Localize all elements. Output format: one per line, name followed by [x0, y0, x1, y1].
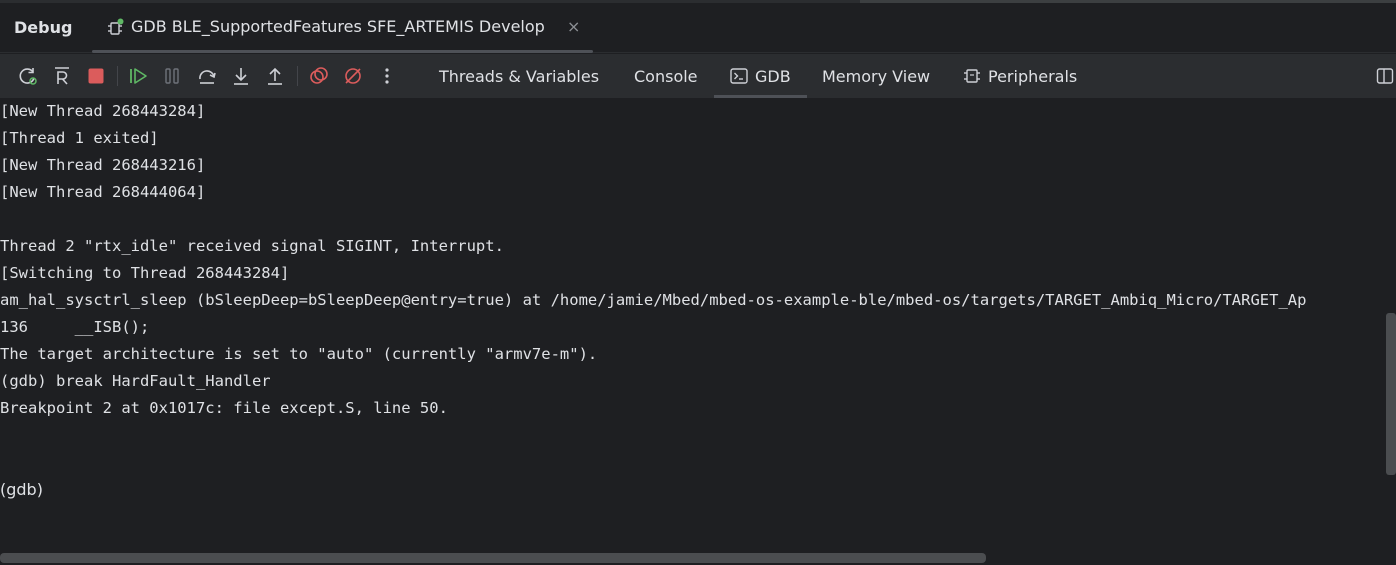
gdb-prompt[interactable]: (gdb)	[0, 476, 43, 503]
mute-breakpoints-icon[interactable]	[343, 66, 363, 86]
tab-label: Console	[634, 66, 698, 86]
debug-session-icon	[108, 18, 124, 36]
console-line: [Switching to Thread 268443284]	[0, 264, 290, 282]
pause-icon[interactable]	[162, 66, 182, 86]
tab-label: GDB	[755, 66, 791, 86]
debug-session-label: GDB BLE_SupportedFeatures SFE_ARTEMIS De…	[131, 17, 545, 36]
tab-label: Peripherals	[988, 66, 1078, 86]
tab-threads-variables[interactable]: Threads & Variables	[439, 54, 599, 98]
console-line: am_hal_sysctrl_sleep (bSleepDeep=bSleepD…	[0, 291, 1307, 309]
layout-icon[interactable]	[1376, 67, 1394, 85]
console-line: 136 __ISB();	[0, 318, 150, 336]
terminal-icon	[730, 68, 748, 84]
debug-session-tab[interactable]: GDB BLE_SupportedFeatures SFE_ARTEMIS De…	[92, 3, 593, 53]
console-line: [New Thread 268443216]	[0, 156, 206, 174]
console-line: Thread 2 "rtx_idle" received signal SIGI…	[0, 237, 504, 255]
toolbar-separator	[117, 66, 118, 86]
gdb-console-output[interactable]: [New Thread 268443284] [Thread 1 exited]…	[0, 98, 1396, 551]
console-line: Breakpoint 2 at 0x1017c: file except.S, …	[0, 399, 448, 417]
rerun-icon[interactable]	[18, 66, 38, 86]
debug-tool-window-header: Debug GDB BLE_SupportedFeatures SFE_ARTE…	[0, 3, 1396, 53]
step-out-icon[interactable]	[265, 66, 285, 86]
tab-gdb[interactable]: GDB	[714, 54, 807, 98]
tool-window-title: Debug	[14, 18, 73, 37]
close-icon[interactable]: ×	[567, 17, 580, 36]
tab-console[interactable]: Console	[634, 54, 698, 98]
restart-icon[interactable]	[52, 66, 72, 86]
tab-memory-view[interactable]: Memory View	[822, 54, 930, 98]
console-line: [New Thread 268443284]	[0, 102, 206, 120]
tab-label: Memory View	[822, 66, 931, 86]
tab-label: Threads & Variables	[439, 66, 600, 86]
vertical-scrollbar[interactable]	[1386, 313, 1396, 475]
more-icon[interactable]	[377, 66, 397, 86]
view-breakpoints-icon[interactable]	[309, 66, 329, 86]
console-line: (gdb) break HardFault_Handler	[0, 372, 271, 390]
chip-icon	[964, 69, 980, 83]
resume-icon[interactable]	[128, 66, 148, 86]
console-line: The target architecture is set to "auto"…	[0, 345, 598, 363]
tab-underline	[92, 50, 593, 53]
step-over-icon[interactable]	[197, 66, 217, 86]
stop-icon[interactable]	[86, 66, 106, 86]
horizontal-scrollbar[interactable]	[0, 553, 986, 563]
console-line: [New Thread 268444064]	[0, 183, 206, 201]
console-line: [Thread 1 exited]	[0, 129, 159, 147]
step-into-icon[interactable]	[231, 66, 251, 86]
tab-peripherals[interactable]: Peripherals	[963, 54, 1077, 98]
debug-toolbar: Threads & Variables Console GDB Memory V…	[0, 54, 1396, 98]
toolbar-separator	[297, 66, 298, 86]
